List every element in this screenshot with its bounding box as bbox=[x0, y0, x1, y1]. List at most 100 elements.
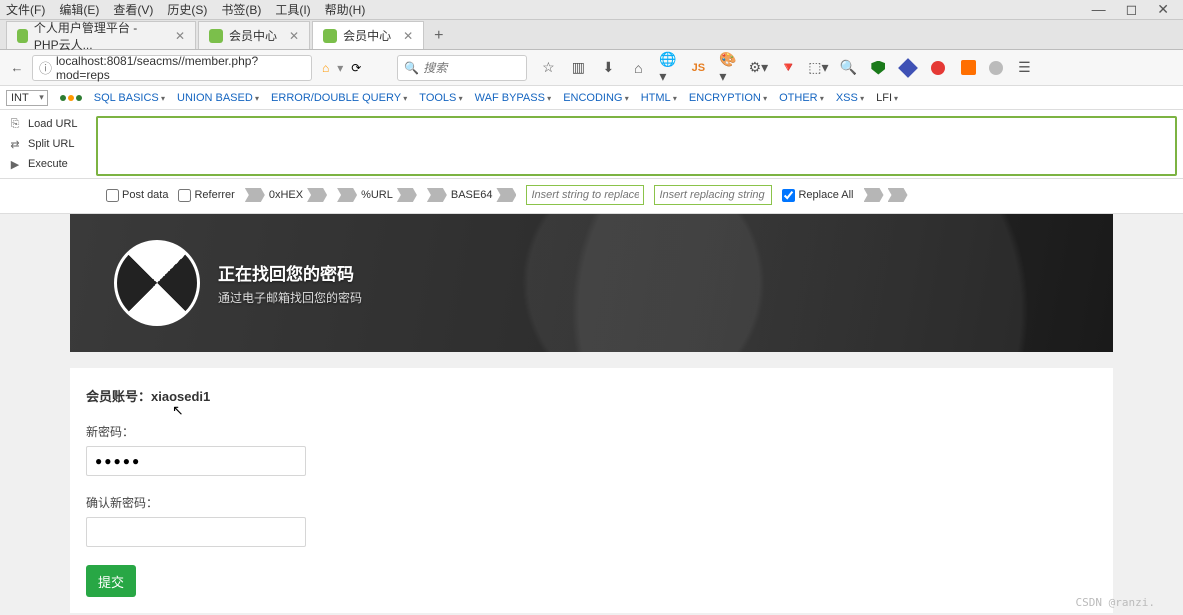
confirm-password-input[interactable] bbox=[86, 517, 306, 547]
tab-close-icon[interactable]: ✕ bbox=[289, 29, 299, 43]
favicon-icon bbox=[323, 29, 337, 43]
replace-to-input[interactable] bbox=[654, 185, 772, 205]
avatar bbox=[114, 240, 200, 326]
replace-from-input[interactable] bbox=[526, 185, 644, 205]
menu-encryption[interactable]: ENCRYPTION bbox=[689, 92, 767, 104]
hackbar-textarea[interactable] bbox=[96, 116, 1177, 176]
menu-view[interactable]: 查看(V) bbox=[113, 1, 153, 18]
hamburger-icon[interactable]: ☰ bbox=[1015, 59, 1033, 77]
search-input[interactable] bbox=[423, 61, 520, 75]
site-info-icon[interactable]: ⓘ bbox=[39, 58, 52, 77]
reload-button[interactable]: ⟳ bbox=[351, 61, 361, 75]
home-icon[interactable]: ⌂ bbox=[322, 61, 329, 75]
url-text: localhost:8081/seacms//member.php?mod=re… bbox=[56, 54, 305, 82]
menu-union-based[interactable]: UNION BASED bbox=[177, 92, 259, 104]
favicon-icon bbox=[17, 29, 28, 43]
menu-sql-basics[interactable]: SQL BASICS bbox=[94, 92, 165, 104]
search-icon: 🔍 bbox=[404, 61, 419, 75]
library-icon[interactable]: ▥ bbox=[569, 59, 587, 77]
tab-bar: 个人用户管理平台 - PHP云人... ✕ 会员中心 ✕ 会员中心 ✕ + bbox=[0, 20, 1183, 50]
execute-icon: ▶ bbox=[8, 157, 22, 171]
hackbar-options: Post data Referrer 0xHEX %URL BASE64 Rep… bbox=[0, 179, 1183, 214]
menu-help[interactable]: 帮助(H) bbox=[325, 1, 366, 18]
shield-icon[interactable] bbox=[869, 59, 887, 77]
account-line: 会员账号：xiaosedi1 bbox=[86, 386, 1097, 405]
execute-button[interactable]: ▶Execute bbox=[0, 154, 96, 174]
menu-tools[interactable]: 工具(I) bbox=[275, 1, 310, 18]
favicon-icon bbox=[209, 29, 223, 43]
menu-history[interactable]: 历史(S) bbox=[167, 1, 207, 18]
ext-icon-1[interactable]: 🔻 bbox=[779, 59, 797, 77]
submit-button[interactable]: 提交 bbox=[86, 565, 136, 597]
zoom-icon[interactable]: 🔍 bbox=[839, 59, 857, 77]
diamond-icon[interactable] bbox=[899, 59, 917, 77]
hex-encode-button[interactable]: 0xHEX bbox=[245, 188, 327, 202]
menu-xss[interactable]: XSS bbox=[836, 92, 864, 104]
tab-close-icon[interactable]: ✕ bbox=[403, 29, 413, 43]
load-url-icon: ⎘ bbox=[8, 117, 22, 131]
replace-go-button[interactable] bbox=[864, 188, 908, 202]
nav-bar: ← ⓘ localhost:8081/seacms//member.php?mo… bbox=[0, 50, 1183, 86]
search-box[interactable]: 🔍 bbox=[397, 55, 527, 81]
minimize-button[interactable]: — bbox=[1092, 1, 1106, 18]
hackbar-menu: INT SQL BASICS UNION BASED ERROR/DOUBLE … bbox=[0, 86, 1183, 110]
referrer-checkbox[interactable]: Referrer bbox=[178, 189, 234, 202]
ext-icon-2[interactable]: ⬚▾ bbox=[809, 59, 827, 77]
menu-tools[interactable]: TOOLS bbox=[419, 92, 462, 104]
close-button[interactable]: ✕ bbox=[1157, 1, 1169, 18]
star-icon[interactable]: ☆ bbox=[539, 59, 557, 77]
noscript-icon[interactable] bbox=[371, 57, 393, 79]
noscript-orange-icon[interactable] bbox=[959, 59, 977, 77]
encoding-select[interactable]: INT bbox=[6, 90, 48, 106]
split-url-button[interactable]: ⇄Split URL bbox=[0, 134, 96, 154]
back-button[interactable]: ← bbox=[6, 57, 28, 79]
menu-encoding[interactable]: ENCODING bbox=[563, 92, 629, 104]
tab-1[interactable]: 会员中心 ✕ bbox=[198, 21, 310, 49]
new-password-label: 新密码： bbox=[86, 423, 1097, 440]
menu-html[interactable]: HTML bbox=[641, 92, 677, 104]
split-url-icon: ⇄ bbox=[8, 137, 22, 151]
dots-indicator bbox=[60, 95, 82, 101]
maximize-button[interactable]: ◻ bbox=[1126, 1, 1138, 18]
replace-all-checkbox[interactable]: Replace All bbox=[782, 189, 853, 202]
tab-label: 个人用户管理平台 - PHP云人... bbox=[34, 19, 163, 53]
menu-file[interactable]: 文件(F) bbox=[6, 1, 45, 18]
globe-icon[interactable]: 🌐▾ bbox=[659, 59, 677, 77]
url-encode-button[interactable]: %URL bbox=[337, 188, 417, 202]
grey-circ-icon[interactable] bbox=[989, 61, 1003, 75]
tab-close-icon[interactable]: ✕ bbox=[175, 29, 185, 43]
menu-bookmarks[interactable]: 书签(B) bbox=[221, 1, 261, 18]
new-tab-button[interactable]: + bbox=[426, 23, 451, 49]
banner-subtitle: 通过电子邮箱找回您的密码 bbox=[218, 289, 362, 306]
banner: 正在找回您的密码 通过电子邮箱找回您的密码 bbox=[70, 214, 1113, 352]
banner-title: 正在找回您的密码 bbox=[218, 260, 362, 285]
dropdown-icon[interactable]: ▾ bbox=[337, 61, 343, 75]
browser-menubar: 文件(F) 编辑(E) 查看(V) 历史(S) 书签(B) 工具(I) 帮助(H… bbox=[0, 0, 1183, 20]
post-data-checkbox[interactable]: Post data bbox=[106, 189, 168, 202]
js-icon[interactable]: JS bbox=[689, 59, 707, 77]
abp-icon[interactable] bbox=[929, 59, 947, 77]
download-icon[interactable]: ⬇ bbox=[599, 59, 617, 77]
home-icon-2[interactable]: ⌂ bbox=[629, 59, 647, 77]
menu-waf-bypass[interactable]: WAF BYPASS bbox=[475, 92, 552, 104]
tab-label: 会员中心 bbox=[343, 27, 391, 44]
confirm-password-label: 确认新密码： bbox=[86, 494, 1097, 511]
paint-icon[interactable]: 🎨▾ bbox=[719, 59, 737, 77]
menu-edit[interactable]: 编辑(E) bbox=[59, 1, 99, 18]
load-url-button[interactable]: ⎘Load URL bbox=[0, 114, 96, 134]
menu-lfi[interactable]: LFI bbox=[876, 92, 898, 104]
menu-other[interactable]: OTHER bbox=[779, 92, 824, 104]
hackbar-body: ⎘Load URL ⇄Split URL ▶Execute bbox=[0, 110, 1183, 179]
url-bar[interactable]: ⓘ localhost:8081/seacms//member.php?mod=… bbox=[32, 55, 312, 81]
new-password-input[interactable] bbox=[86, 446, 306, 476]
base64-encode-button[interactable]: BASE64 bbox=[427, 188, 517, 202]
menu-error-query[interactable]: ERROR/DOUBLE QUERY bbox=[271, 92, 407, 104]
form-panel: 会员账号：xiaosedi1 新密码： 确认新密码： 提交 bbox=[70, 368, 1113, 613]
tab-label: 会员中心 bbox=[229, 27, 277, 44]
hackbar-side: ⎘Load URL ⇄Split URL ▶Execute bbox=[0, 110, 96, 178]
bug-icon[interactable]: ⚙▾ bbox=[749, 59, 767, 77]
page-content: 正在找回您的密码 通过电子邮箱找回您的密码 会员账号：xiaosedi1 新密码… bbox=[0, 214, 1183, 613]
tab-2[interactable]: 会员中心 ✕ bbox=[312, 21, 424, 49]
watermark: CSDN @ranzi. bbox=[1076, 596, 1155, 609]
tab-0[interactable]: 个人用户管理平台 - PHP云人... ✕ bbox=[6, 21, 196, 49]
